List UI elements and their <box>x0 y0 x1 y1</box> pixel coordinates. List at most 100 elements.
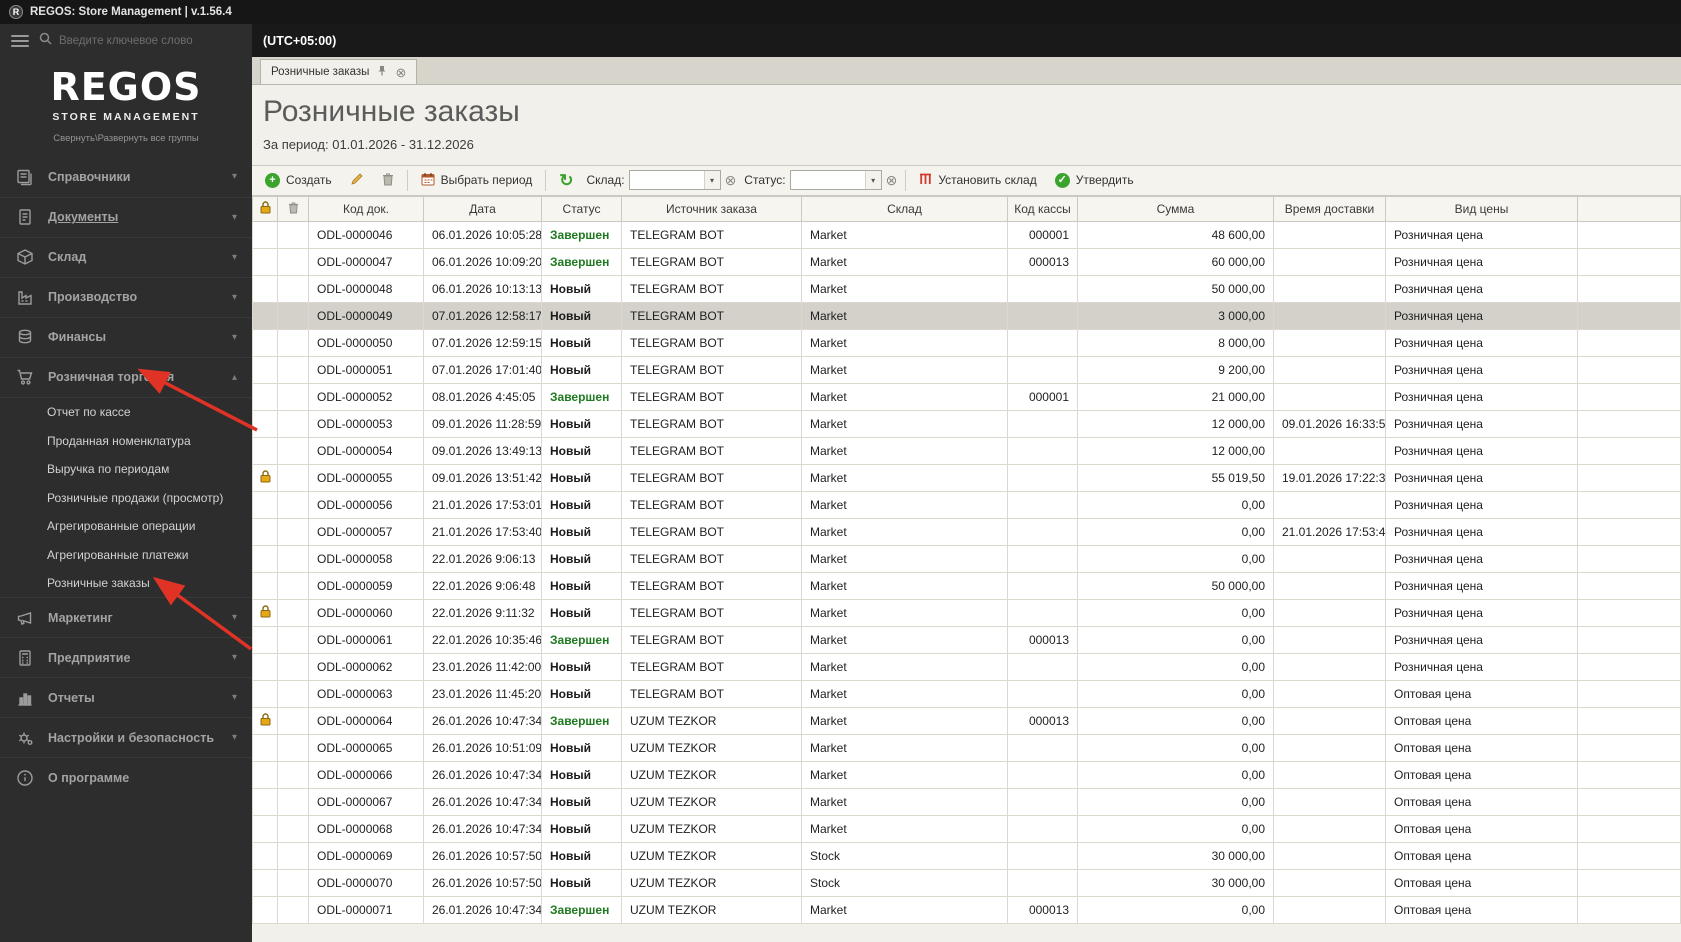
table-row[interactable]: ODL-0000055 09.01.2026 13:51:42 Новый TELEG… <box>252 463 1681 492</box>
table-row[interactable]: ODL-0000067 26.01.2026 10:47:34 Новый UZUM … <box>252 787 1681 816</box>
table-row[interactable]: ODL-0000068 26.01.2026 10:47:34 Новый UZUM … <box>252 814 1681 843</box>
table-row[interactable]: ODL-0000059 22.01.2026 9:06:48 Новый TELEGR… <box>252 571 1681 600</box>
header-order-source[interactable]: Источник заказа <box>621 195 802 222</box>
table-row[interactable]: ODL-0000049 07.01.2026 12:58:17 Новый TELEG… <box>252 301 1681 330</box>
cell-source: UZUM TEZKOR <box>621 733 802 762</box>
cell-code: ODL-0000067 <box>308 787 424 816</box>
table-row[interactable]: ODL-0000070 26.01.2026 10:57:50 Новый UZUM … <box>252 868 1681 897</box>
table-row[interactable]: ODL-0000052 08.01.2026 4:45:05 Завершен TEL… <box>252 382 1681 411</box>
row-lock-cell <box>252 814 278 843</box>
delete-button[interactable] <box>374 168 402 193</box>
cell-sum: 0,00 <box>1077 760 1274 789</box>
collapse-all-groups-link[interactable]: Свернуть\Развернуть все группы <box>0 133 252 144</box>
sidebar-item-production[interactable]: Производство ▾ <box>0 276 252 317</box>
table-row[interactable]: ODL-0000069 26.01.2026 10:57:50 Новый UZUM … <box>252 841 1681 870</box>
row-lock-cell <box>252 355 278 384</box>
edit-button[interactable] <box>342 168 372 193</box>
cell-code: ODL-0000058 <box>308 544 424 573</box>
warehouse-filter-label: Склад: <box>586 173 625 187</box>
table-row[interactable]: ODL-0000051 07.01.2026 17:01:40 Новый TELEG… <box>252 355 1681 384</box>
header-status[interactable]: Статус <box>541 195 622 222</box>
table-row[interactable]: ODL-0000065 26.01.2026 10:51:09 Новый UZUM … <box>252 733 1681 762</box>
sidebar-item-documents[interactable]: Документы ▾ <box>0 196 252 237</box>
status-filter-select[interactable]: ▾ <box>789 170 882 190</box>
chevron-down-icon[interactable]: ▾ <box>864 171 881 189</box>
submenu-item-aggregated-payments[interactable]: Агрегированные платежи <box>0 540 252 569</box>
row-delete-cell <box>277 463 309 492</box>
sidebar-item-label: Справочники <box>48 169 131 184</box>
submenu-item-aggregated-operations[interactable]: Агрегированные операции <box>0 512 252 541</box>
close-icon[interactable]: ⊗ <box>395 66 406 79</box>
table-row[interactable]: ODL-0000050 07.01.2026 12:59:15 Новый TELEG… <box>252 328 1681 357</box>
table-row[interactable]: ODL-0000063 23.01.2026 11:45:20 Новый TELEG… <box>252 679 1681 708</box>
table-row[interactable]: ODL-0000061 22.01.2026 10:35:46 Завершен TE… <box>252 625 1681 654</box>
clear-warehouse-filter-icon[interactable]: ⊗ <box>725 173 737 187</box>
sidebar-item-marketing[interactable]: Маркетинг ▾ <box>0 597 252 637</box>
submenu-item-revenue-by-periods[interactable]: Выручка по периодам <box>0 455 252 484</box>
refresh-button[interactable]: ↻ <box>551 168 581 193</box>
sidebar-item-settings-security[interactable]: Настройки и безопасность ▾ <box>0 717 252 757</box>
header-delivery-time[interactable]: Время доставки <box>1273 195 1386 222</box>
table-row[interactable]: ODL-0000046 06.01.2026 10:05:28 Завершен TE… <box>252 220 1681 249</box>
table-row[interactable]: ODL-0000066 26.01.2026 10:47:34 Новый UZUM … <box>252 760 1681 789</box>
tab-retail-orders[interactable]: Розничные заказы ⊗ <box>260 59 418 84</box>
approve-button[interactable]: ✓ Утвердить <box>1047 169 1142 192</box>
table-row[interactable]: ODL-0000057 21.01.2026 17:53:40 Новый TELEG… <box>252 517 1681 546</box>
chevron-down-icon: ▾ <box>231 291 237 303</box>
set-warehouse-button[interactable]: Установить склад <box>911 169 1044 192</box>
cell-delivery <box>1273 220 1386 249</box>
cell-delivery: 21.01.2026 17:53:40 <box>1273 517 1386 546</box>
table-row[interactable]: ODL-0000058 22.01.2026 9:06:13 Новый TELEGR… <box>252 544 1681 573</box>
table-row[interactable]: ODL-0000062 23.01.2026 11:42:00 Новый TELEG… <box>252 652 1681 681</box>
header-cashbox-code[interactable]: Код кассы <box>1007 195 1078 222</box>
sidebar-item-about[interactable]: О программе <box>0 757 252 797</box>
header-date[interactable]: Дата <box>423 195 542 222</box>
table-row[interactable]: ODL-0000048 06.01.2026 10:13:13 Новый TELEG… <box>252 274 1681 303</box>
row-lock-cell <box>252 895 278 924</box>
hamburger-menu-icon[interactable] <box>11 35 29 47</box>
submenu-item-retail-orders[interactable]: Розничные заказы <box>0 569 252 598</box>
cell-price_type: Розничная цена <box>1385 517 1578 546</box>
table-row[interactable]: ODL-0000064 26.01.2026 10:47:34 Завершен UZ… <box>252 706 1681 735</box>
submenu-item-retail-sales-view[interactable]: Розничные продажи (просмотр) <box>0 483 252 512</box>
header-sum[interactable]: Сумма <box>1077 195 1274 222</box>
table-row[interactable]: ODL-0000047 06.01.2026 10:09:20 Завершен TE… <box>252 247 1681 276</box>
cell-status: Новый <box>541 355 622 384</box>
submenu-item-cash-report[interactable]: Отчет по кассе <box>0 398 252 427</box>
sidebar-item-directories[interactable]: Справочники ▾ <box>0 157 252 197</box>
row-delete-cell <box>277 652 309 681</box>
chevron-down-icon[interactable]: ▾ <box>703 171 720 189</box>
submenu-item-sold-nomenclature[interactable]: Проданная номенклатура <box>0 426 252 455</box>
table-row[interactable]: ODL-0000053 09.01.2026 11:28:59 Новый TELEG… <box>252 409 1681 438</box>
header-lock-icon[interactable] <box>252 195 278 222</box>
table-row[interactable]: ODL-0000071 26.01.2026 10:47:34 Завершен UZ… <box>252 895 1681 924</box>
table-row[interactable]: ODL-0000056 21.01.2026 17:53:01 Новый TELEG… <box>252 490 1681 519</box>
header-delete-icon[interactable] <box>277 195 309 222</box>
cell-price_type: Розничная цена <box>1385 571 1578 600</box>
chevron-down-icon: ▾ <box>231 652 237 664</box>
cell-date: 09.01.2026 13:49:13 <box>423 436 542 465</box>
pin-icon[interactable] <box>377 65 387 79</box>
warehouse-filter-select[interactable]: ▾ <box>628 170 721 190</box>
cell-sum: 0,00 <box>1077 895 1274 924</box>
cell-code: ODL-0000066 <box>308 760 424 789</box>
select-period-button[interactable]: Выбрать период <box>413 168 541 193</box>
sidebar-item-finance[interactable]: Финансы ▾ <box>0 316 252 357</box>
clear-status-filter-icon[interactable]: ⊗ <box>886 173 898 187</box>
header-doc-code[interactable]: Код док. <box>308 195 424 222</box>
sidebar-item-enterprise[interactable]: Предприятие ▾ <box>0 637 252 677</box>
header-warehouse[interactable]: Склад <box>801 195 1008 222</box>
cell-cashbox <box>1007 544 1078 573</box>
sidebar-item-reports[interactable]: Отчеты ▾ <box>0 677 252 717</box>
row-filler-cell <box>1577 706 1681 735</box>
header-price-type[interactable]: Вид цены <box>1385 195 1578 222</box>
search-input[interactable] <box>59 35 241 47</box>
table-row[interactable]: ODL-0000060 22.01.2026 9:11:32 Новый TELEGR… <box>252 598 1681 627</box>
cell-price_type: Оптовая цена <box>1385 679 1578 708</box>
cell-delivery <box>1273 841 1386 870</box>
sidebar-item-warehouse[interactable]: Склад ▾ <box>0 236 252 277</box>
create-button[interactable]: + Создать <box>257 169 340 192</box>
table-row[interactable]: ODL-0000054 09.01.2026 13:49:13 Новый TELEG… <box>252 436 1681 465</box>
cell-source: UZUM TEZKOR <box>621 868 802 897</box>
sidebar-item-retail[interactable]: Розничная торговля ▴ <box>0 356 252 397</box>
